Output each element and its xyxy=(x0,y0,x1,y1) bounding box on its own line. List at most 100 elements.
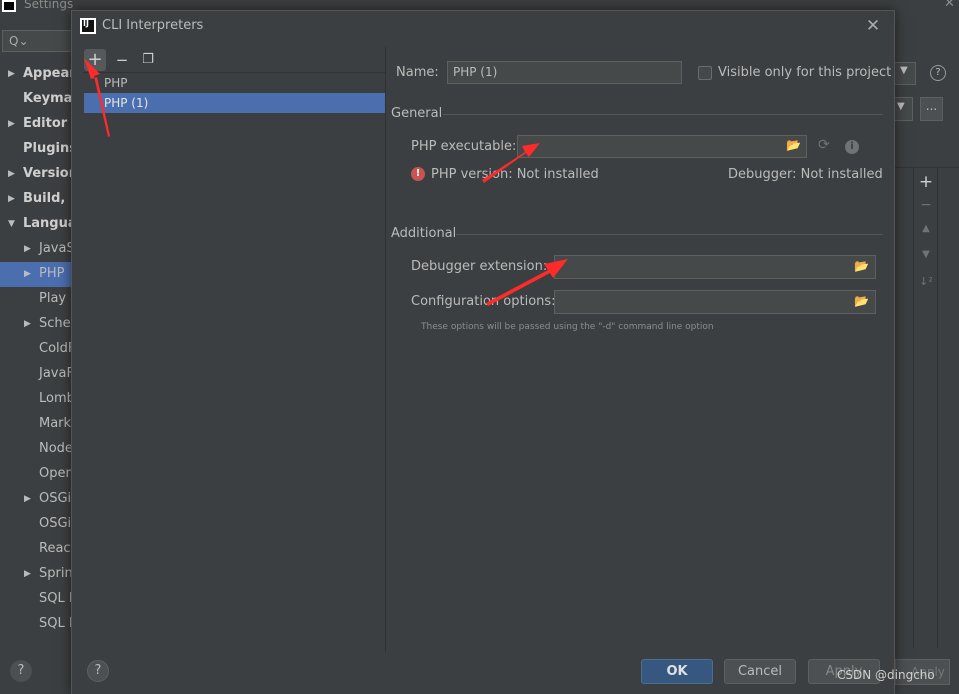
chevron-down-icon: ▼ xyxy=(897,101,905,112)
settings-title: Settings xyxy=(24,0,74,11)
settings-search-input[interactable]: Q⌄ xyxy=(2,30,72,52)
refresh-icon[interactable]: ⟳ xyxy=(818,137,830,153)
settings-tree-item[interactable]: SQL D xyxy=(0,587,72,612)
settings-tree-item[interactable]: ▼ Languag xyxy=(0,212,72,237)
visible-only-label[interactable]: Visible only for this project xyxy=(718,65,891,80)
settings-tree-item[interactable]: SQL F xyxy=(0,612,72,637)
move-up-icon[interactable]: ▲ xyxy=(918,223,934,234)
folder-icon[interactable]: 📂 xyxy=(786,138,801,152)
folder-icon[interactable]: 📂 xyxy=(854,259,869,273)
interpreter-item[interactable]: PHP xyxy=(84,73,385,93)
settings-tree-item[interactable]: ▶ Sprin xyxy=(0,562,72,587)
error-icon: ! xyxy=(411,167,425,181)
remove-interpreter-button[interactable]: − xyxy=(111,49,133,71)
settings-tree-item[interactable]: JavaF xyxy=(0,362,72,387)
visible-only-checkbox[interactable] xyxy=(698,66,712,80)
settings-tree-label: OSGi xyxy=(39,491,72,506)
settings-tree-item[interactable]: Plugins xyxy=(0,137,72,162)
chevron-right-icon[interactable]: ▶ xyxy=(24,312,31,336)
settings-tree-label: Open xyxy=(39,466,72,481)
settings-tree-item[interactable]: ▶ JavaS xyxy=(0,237,72,262)
php-version-status: PHP version: Not installed xyxy=(431,167,599,182)
settings-tree-item[interactable]: OSGi xyxy=(0,512,72,537)
settings-tree-label: Mark xyxy=(39,416,72,431)
settings-tree-item[interactable]: Mark xyxy=(0,412,72,437)
search-icon: Q⌄ xyxy=(9,34,29,48)
interpreter-item-selected[interactable]: PHP (1) xyxy=(84,93,385,113)
settings-tree-item[interactable]: ColdF xyxy=(0,337,72,362)
php-executable-input[interactable] xyxy=(517,135,807,158)
settings-tree-label: Node xyxy=(39,441,72,456)
settings-close-icon[interactable]: ✕ xyxy=(944,0,955,11)
configuration-options-input[interactable] xyxy=(554,290,876,314)
chevron-right-icon[interactable]: ▶ xyxy=(24,237,31,261)
name-input[interactable]: PHP (1) xyxy=(447,61,682,84)
intellij-logo-icon xyxy=(80,18,96,34)
chevron-right-icon[interactable]: ▶ xyxy=(8,62,15,86)
settings-tree-label: Lomb xyxy=(39,391,72,406)
php-executable-label: PHP executable: xyxy=(411,139,517,154)
settings-tree-label: JavaF xyxy=(39,366,72,381)
remove-icon[interactable]: − xyxy=(918,197,934,213)
more-button[interactable]: ... xyxy=(920,97,943,121)
debugger-extension-label: Debugger extension: xyxy=(411,259,548,274)
settings-tree-label: Version xyxy=(23,166,72,181)
help-icon[interactable]: ? xyxy=(930,65,946,81)
settings-tree-label: SQL F xyxy=(39,616,72,631)
settings-tree-item[interactable]: Play C xyxy=(0,287,72,312)
sort-icon[interactable]: ↓² xyxy=(918,275,934,288)
chevron-right-icon[interactable]: ▶ xyxy=(8,187,15,211)
settings-tree-item[interactable]: Keymap xyxy=(0,87,72,112)
settings-tree-label: Appeara xyxy=(23,66,72,81)
side-toolbar xyxy=(913,168,938,648)
ok-button[interactable]: OK xyxy=(641,659,713,684)
settings-tree-label: Keymap xyxy=(23,91,72,106)
settings-tree: ▶ Appeara Keymap ▶ Editor Plugins ▶ Version ▶ Bui… xyxy=(0,62,72,637)
divider xyxy=(456,234,883,235)
settings-tree-item[interactable]: ▶ Appeara xyxy=(0,62,72,87)
settings-tree-label: Editor xyxy=(23,116,68,131)
chevron-down-icon[interactable]: ▼ xyxy=(8,212,15,236)
debugger-extension-input[interactable] xyxy=(554,255,876,279)
settings-tree-item[interactable]: Open xyxy=(0,462,72,487)
copy-interpreter-button[interactable]: ❐ xyxy=(137,49,159,71)
settings-tree-label: ColdF xyxy=(39,341,72,356)
move-down-icon[interactable]: ▼ xyxy=(918,249,934,260)
settings-tree-item[interactable]: ▶ Scher xyxy=(0,312,72,337)
info-icon[interactable]: i xyxy=(845,140,859,154)
chevron-right-icon[interactable]: ▶ xyxy=(8,112,15,136)
settings-help-icon[interactable]: ? xyxy=(10,660,32,682)
settings-tree-item[interactable]: ▶ OSGi xyxy=(0,487,72,512)
help-icon[interactable]: ? xyxy=(87,660,109,682)
settings-tree-label: OSGi xyxy=(39,516,72,531)
chevron-right-icon[interactable]: ▶ xyxy=(24,562,31,586)
close-icon[interactable]: ✕ xyxy=(861,14,885,38)
general-section-title: General xyxy=(391,106,443,121)
settings-tree-label: Plugins xyxy=(23,141,72,156)
settings-tree-item[interactable]: ▶ Version xyxy=(0,162,72,187)
cancel-button[interactable]: Cancel xyxy=(724,659,796,684)
settings-tree-item[interactable]: ▶ Build, E xyxy=(0,187,72,212)
settings-tree-item[interactable]: ▶ Editor xyxy=(0,112,72,137)
configuration-hint: These options will be passed using the "… xyxy=(421,322,714,332)
settings-tree-label: Languag xyxy=(23,216,72,231)
divider xyxy=(443,114,883,115)
settings-tree-item[interactable]: Node xyxy=(0,437,72,462)
add-interpreter-button[interactable]: + xyxy=(84,49,106,71)
app-logo-icon xyxy=(2,0,16,12)
settings-tree-item[interactable]: React xyxy=(0,537,72,562)
add-icon[interactable]: + xyxy=(918,172,934,192)
chevron-right-icon[interactable]: ▶ xyxy=(24,487,31,511)
divider xyxy=(385,47,386,652)
interpreter-list: PHP PHP (1) xyxy=(84,73,385,113)
settings-tree-label: Scher xyxy=(39,316,72,331)
chevron-right-icon[interactable]: ▶ xyxy=(8,162,15,186)
dialog-title: CLI Interpreters xyxy=(102,18,204,33)
settings-tree-item[interactable]: ▶ PHP xyxy=(0,262,72,287)
settings-tree-label: Sprin xyxy=(39,566,72,581)
dialog-titlebar: CLI Interpreters ✕ xyxy=(72,11,894,43)
settings-tree-item[interactable]: Lomb xyxy=(0,387,72,412)
folder-icon[interactable]: 📂 xyxy=(854,294,869,308)
settings-tree-label: JavaS xyxy=(39,241,72,256)
chevron-right-icon[interactable]: ▶ xyxy=(24,262,31,286)
